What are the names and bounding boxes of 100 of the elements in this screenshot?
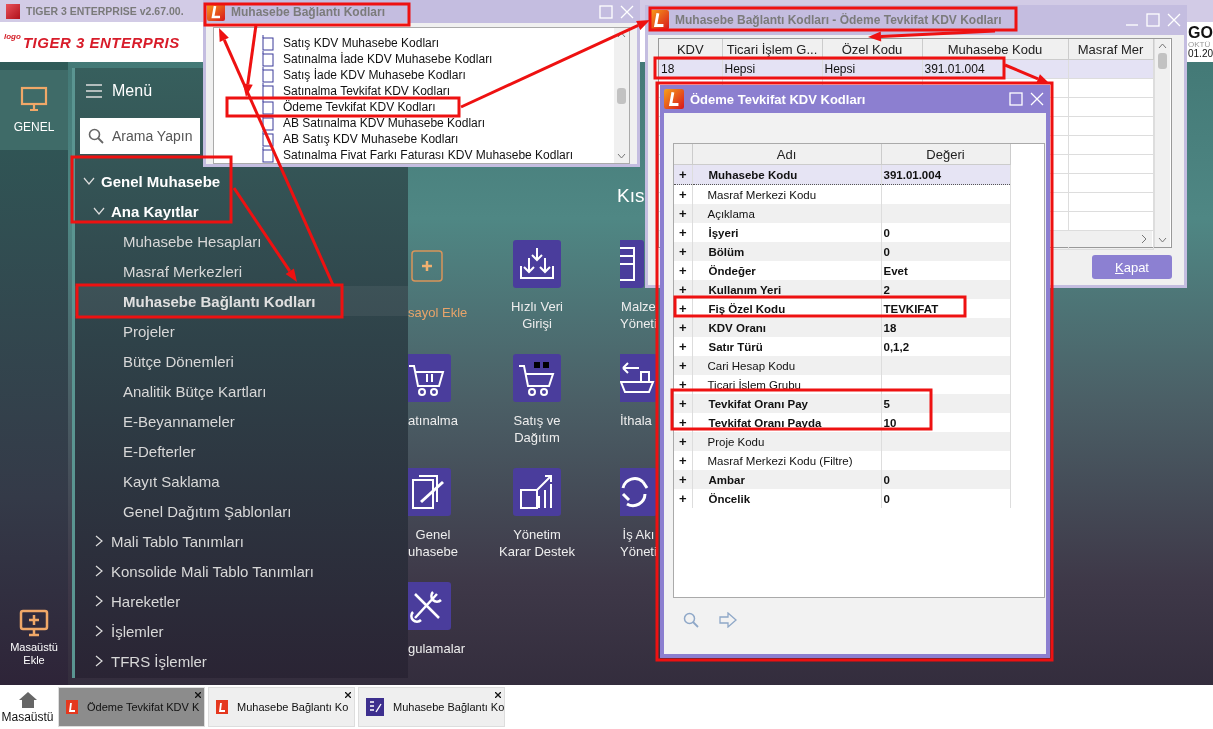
scroll-down-icon[interactable] xyxy=(1157,237,1167,243)
shortcut-label[interactable]: Satış ve Dağıtım xyxy=(513,412,561,446)
shortcut-label[interactable]: atınalma xyxy=(408,412,458,429)
menu-item[interactable]: Muhasebe Bağlantı Kodları xyxy=(75,286,408,316)
expand-toggle[interactable]: + xyxy=(674,432,692,451)
maximize-icon[interactable] xyxy=(1009,92,1023,106)
ship-icon[interactable] xyxy=(620,354,657,402)
property-value[interactable]: 0 xyxy=(881,489,1010,508)
search-icon xyxy=(88,128,104,144)
expand-toggle[interactable]: + xyxy=(674,356,692,375)
cart-icon[interactable] xyxy=(408,354,451,402)
document-pen-icon[interactable] xyxy=(408,468,451,516)
menu-item[interactable]: Hareketler xyxy=(75,586,408,616)
menu-item[interactable]: Genel Dağıtım Şablonları xyxy=(75,496,408,526)
tree-node-icon xyxy=(262,67,274,83)
arrow-right-icon[interactable] xyxy=(719,612,737,628)
menu-item[interactable]: İşlemler xyxy=(75,616,408,646)
recycle-arrows-icon[interactable] xyxy=(620,468,657,516)
expand-toggle[interactable]: + xyxy=(674,489,692,508)
taskbar-tab[interactable]: Ödeme Tevkifat KDV K xyxy=(58,687,205,727)
property-name: Cari Hesap Kodu xyxy=(692,356,881,375)
tree-node-icon xyxy=(262,131,274,147)
taskbar-tab[interactable]: Muhasebe Bağlantı Ko xyxy=(358,687,505,727)
list-item[interactable]: Satış KDV Muhasebe Kodları xyxy=(262,35,614,51)
shortcut-label[interactable]: İthala xyxy=(620,412,652,429)
property-name: KDV Oranı xyxy=(692,318,881,337)
rail-tab[interactable]: GENEL xyxy=(0,70,68,150)
list-item[interactable]: Satınalma İade KDV Muhasebe Kodları xyxy=(262,51,614,67)
menu-item[interactable]: Muhasebe Hesapları xyxy=(75,226,408,256)
scroll-up-icon[interactable] xyxy=(617,32,626,38)
column-header[interactable]: Masraf Mer xyxy=(1068,39,1153,60)
scroll-thumb[interactable] xyxy=(617,87,626,104)
menu-item[interactable]: Konsolide Mali Tablo Tanımları xyxy=(75,556,408,586)
tree-node-icon xyxy=(262,115,274,131)
house-icon xyxy=(17,690,38,709)
shortcut-label[interactable]: Yönetim Karar Destek xyxy=(499,526,575,560)
shortcut-label[interactable]: Genel uhasebe xyxy=(408,526,458,560)
add-shortcut-icon[interactable] xyxy=(411,250,443,282)
column-header[interactable]: Değeri xyxy=(881,144,1010,165)
monitor-icon xyxy=(20,86,48,112)
search-field[interactable]: Arama Yapın xyxy=(80,118,200,154)
tree-node-icon xyxy=(262,147,274,163)
desktop-button[interactable]: Masaüstü xyxy=(0,690,55,724)
expand-toggle[interactable]: + xyxy=(674,394,692,413)
expand-toggle[interactable]: + xyxy=(674,470,692,489)
header-text: 01.20 xyxy=(1188,49,1213,59)
menu-item[interactable]: Masraf Merkezleri xyxy=(75,256,408,286)
menu-item[interactable]: Analitik Bütçe Kartları xyxy=(75,376,408,406)
property-value[interactable]: 0 xyxy=(881,470,1010,489)
menu-item[interactable]: E-Beyannameler xyxy=(75,406,408,436)
column-header[interactable]: KDV xyxy=(659,39,722,60)
expand-toggle[interactable]: + xyxy=(674,164,692,185)
report-chart-icon[interactable] xyxy=(513,468,561,516)
window-list-icon[interactable] xyxy=(620,240,644,288)
expand-toggle[interactable]: + xyxy=(674,318,692,337)
list-item[interactable]: AB Satınalma KDV Muhasebe Kodları xyxy=(262,115,614,131)
scroll-thumb[interactable] xyxy=(1157,53,1167,69)
app-logo-icon xyxy=(216,700,228,714)
close-icon[interactable] xyxy=(195,692,201,698)
download-tray-icon[interactable] xyxy=(513,240,561,288)
close-icon[interactable] xyxy=(495,692,501,698)
property-name: Öncelik xyxy=(692,489,881,508)
menu-item[interactable]: Mali Tablo Tanımları xyxy=(75,526,408,556)
property-value[interactable]: 5 xyxy=(881,394,1010,413)
tree-node-icon xyxy=(262,51,274,67)
shortcut-label[interactable]: İş Akı Yöneti xyxy=(620,526,657,560)
shortcut-label[interactable]: Malze Yöneti xyxy=(620,298,657,332)
wrench-screwdriver-icon[interactable] xyxy=(408,582,451,630)
menu-item[interactable]: E-Defterler xyxy=(75,436,408,466)
list-item[interactable]: Satış İade KDV Muhasebe Kodları xyxy=(262,67,614,83)
menu-item[interactable]: Bütçe Dönemleri xyxy=(75,346,408,376)
scroll-up-icon[interactable] xyxy=(1157,43,1167,49)
column-header[interactable]: Muhasebe Kodu xyxy=(922,39,1068,60)
list-item[interactable]: Satınalma Tevkifat KDV Kodları xyxy=(262,83,614,99)
add-desktop-button[interactable]: Masaüstü Ekle xyxy=(4,609,64,667)
cart-boxes-icon[interactable] xyxy=(513,354,561,402)
scrollbar[interactable] xyxy=(614,28,629,163)
menu-item[interactable]: Ana Kayıtlar xyxy=(75,196,408,226)
form-edit-icon xyxy=(366,698,384,716)
search-icon[interactable] xyxy=(683,612,699,628)
property-name: Açıklama xyxy=(692,204,881,223)
property-value[interactable]: 0 xyxy=(881,242,1010,261)
list-item[interactable]: Ödeme Tevkifat KDV Kodları xyxy=(262,99,614,115)
menu-item[interactable]: TFRS İşlemler xyxy=(75,646,408,676)
expand-toggle[interactable]: + xyxy=(674,242,692,261)
scroll-down-icon[interactable] xyxy=(617,153,626,159)
expand-toggle[interactable]: + xyxy=(674,204,692,223)
menu-item[interactable]: Projeler xyxy=(75,316,408,346)
list-item[interactable]: AB Satış KDV Muhasebe Kodları xyxy=(262,131,614,147)
taskbar-tab[interactable]: Muhasebe Bağlantı Ko xyxy=(208,687,355,727)
property-value[interactable]: 18 xyxy=(881,318,1010,337)
close-icon[interactable] xyxy=(345,692,351,698)
shortcut-label[interactable]: gulamalar xyxy=(408,640,466,657)
menu-item[interactable]: Kayıt Saklama xyxy=(75,466,408,496)
menu-item[interactable]: Genel Muhasebe xyxy=(75,166,408,196)
shortcut-label[interactable]: Hızlı Veri Girişi xyxy=(511,298,563,332)
menu-icon[interactable] xyxy=(86,84,102,98)
column-header[interactable]: Adı xyxy=(692,144,881,165)
list-item[interactable]: Satınalma Fivat Farkı Faturası KDV Muhasebe Kodları xyxy=(262,147,614,163)
property-name: Bölüm xyxy=(692,242,881,261)
